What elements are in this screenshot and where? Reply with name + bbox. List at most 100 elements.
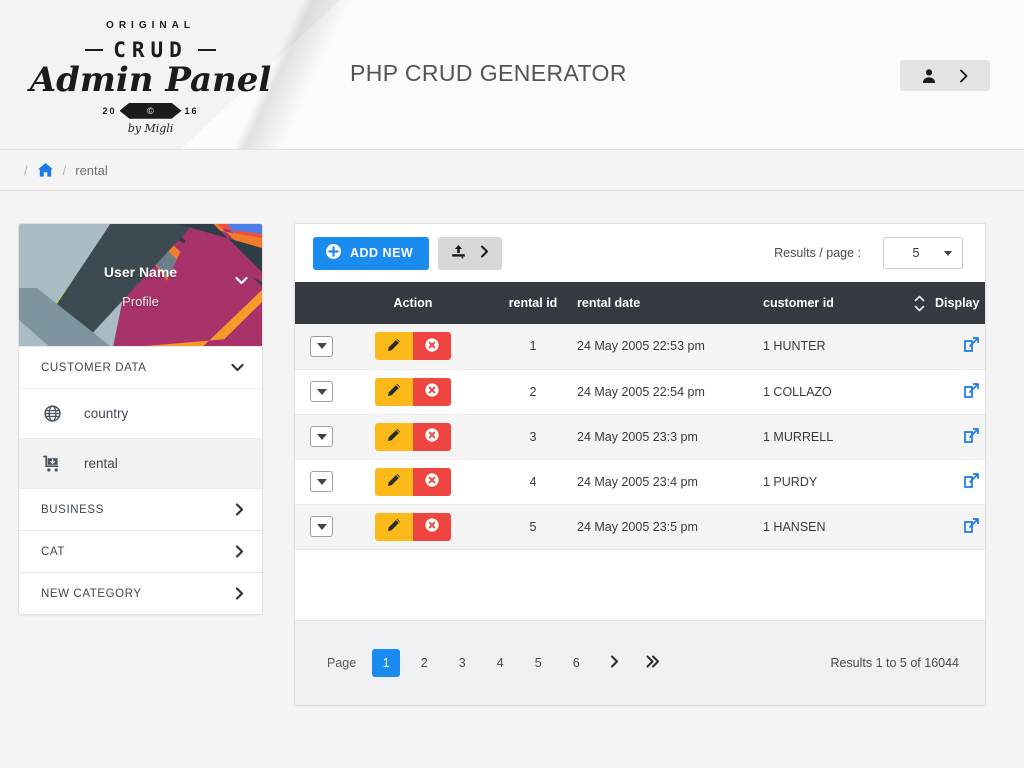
page-button-2[interactable]: 2 xyxy=(410,649,438,677)
row-handle-cell xyxy=(295,414,337,459)
delete-button[interactable] xyxy=(413,377,451,406)
table-row: 1 24 May 2005 22:53 pm 1 HUNTER xyxy=(295,324,985,369)
cell-spacer xyxy=(903,414,935,459)
breadcrumb-current-page: rental xyxy=(75,162,108,178)
pencil-icon xyxy=(387,473,401,490)
sidebar-section-business[interactable]: BUSINESS xyxy=(19,488,262,530)
display-button[interactable] xyxy=(935,427,985,446)
chevron-right-icon xyxy=(235,545,244,558)
app-header: ORIGINAL CRUD Admin Panel 20 16 by Migli… xyxy=(0,0,1024,150)
delete-button[interactable] xyxy=(413,332,451,361)
page-body: User Name Profile CUSTOMER DATA country … xyxy=(0,191,1024,768)
sidebar-section-customer-data[interactable]: CUSTOMER DATA xyxy=(19,346,262,388)
results-per-page-value: 5 xyxy=(912,246,920,260)
display-button[interactable] xyxy=(935,382,985,401)
logo-admin-panel-text: Admin Panel xyxy=(29,60,272,100)
edit-button[interactable] xyxy=(375,422,413,451)
breadcrumb: / / rental xyxy=(0,150,1024,191)
page-button-6[interactable]: 6 xyxy=(562,649,590,677)
sidebar-item-label: country xyxy=(84,406,129,421)
sidebar-section-label: CAT xyxy=(41,545,65,558)
user-icon xyxy=(921,68,937,84)
export-button[interactable] xyxy=(438,236,503,270)
page-button-3[interactable]: 3 xyxy=(448,649,476,677)
caret-down-icon[interactable] xyxy=(310,426,333,447)
caret-down-icon[interactable] xyxy=(310,471,333,492)
table-row: 5 24 May 2005 23:5 pm 1 HANSEN xyxy=(295,504,985,549)
sidebar-item-rental[interactable]: rental xyxy=(19,438,262,488)
pagination-label: Page xyxy=(327,655,357,670)
chevron-right-icon xyxy=(235,587,244,600)
profile-card[interactable]: User Name Profile xyxy=(19,224,262,346)
chevron-down-icon xyxy=(235,276,248,285)
logo-original-text: ORIGINAL xyxy=(106,20,195,31)
plus-circle-icon xyxy=(326,244,341,262)
chevron-down-icon xyxy=(944,250,952,256)
last-page-button[interactable] xyxy=(638,649,668,677)
external-link-icon xyxy=(963,472,979,491)
display-button[interactable] xyxy=(935,337,985,355)
chevron-right-icon xyxy=(480,245,489,261)
page-button-5[interactable]: 5 xyxy=(524,649,552,677)
delete-button[interactable] xyxy=(413,512,451,541)
logo-dash-left xyxy=(85,49,104,51)
profile-subtitle: Profile xyxy=(122,294,159,309)
cell-rental-date: 24 May 2005 22:53 pm xyxy=(577,339,705,354)
chevron-right-icon xyxy=(959,69,969,83)
sort-updown-icon[interactable] xyxy=(903,295,935,312)
shopping-cart-icon xyxy=(43,455,61,472)
row-handle-cell xyxy=(295,504,337,549)
add-new-button[interactable]: ADD NEW xyxy=(313,236,430,270)
pencil-icon xyxy=(387,518,401,535)
chevron-right-icon xyxy=(235,503,244,516)
caret-down-icon[interactable] xyxy=(310,335,333,357)
cell-customer-id: 1 HUNTER xyxy=(763,339,826,354)
row-action-cell xyxy=(337,324,489,369)
edit-button[interactable] xyxy=(375,467,413,496)
row-action-cell xyxy=(337,369,489,414)
results-per-page-select[interactable]: 5 xyxy=(883,237,963,269)
sidebar-section-new-category[interactable]: NEW CATEGORY xyxy=(19,572,262,614)
caret-down-icon[interactable] xyxy=(310,381,333,402)
row-action-cell xyxy=(337,414,489,459)
action-button-group xyxy=(337,422,489,451)
next-page-button[interactable] xyxy=(600,649,628,677)
action-button-group xyxy=(337,332,489,361)
logo-dash-right xyxy=(197,49,216,51)
display-button[interactable] xyxy=(935,472,985,491)
cell-spacer xyxy=(903,459,935,504)
delete-circle-icon xyxy=(425,338,439,355)
cell-rental-date: 24 May 2005 22:54 pm xyxy=(577,384,705,399)
external-link-icon xyxy=(963,337,979,355)
cell-customer-id: 1 PURDY xyxy=(763,474,818,489)
row-handle-cell xyxy=(295,369,337,414)
page-button-4[interactable]: 4 xyxy=(486,649,514,677)
add-new-label: ADD NEW xyxy=(350,246,414,260)
edit-button[interactable] xyxy=(375,377,413,406)
edit-button[interactable] xyxy=(375,512,413,541)
pagination: Page 1 2 3 4 5 6 Results 1 to 5 of 16044 xyxy=(295,619,985,705)
caret-down-icon[interactable] xyxy=(310,516,333,537)
delete-button[interactable] xyxy=(413,422,451,451)
logo-crud-row: CRUD xyxy=(18,38,283,62)
action-button-group xyxy=(337,512,489,541)
display-button[interactable] xyxy=(935,517,985,536)
cell-rental-date: 24 May 2005 23:5 pm xyxy=(577,519,698,534)
column-header-sort[interactable] xyxy=(903,282,935,324)
breadcrumb-separator-1: / xyxy=(24,162,28,178)
profile-user-name: User Name xyxy=(103,264,178,280)
row-action-cell xyxy=(337,504,489,549)
sidebar-section-cat[interactable]: CAT xyxy=(19,530,262,572)
edit-button[interactable] xyxy=(375,332,413,361)
table-empty-space xyxy=(295,549,985,620)
user-menu-button[interactable] xyxy=(900,60,990,91)
table-row: 2 24 May 2005 22:54 pm 1 COLLAZO xyxy=(295,369,985,414)
table-row: 3 24 May 2005 23:3 pm 1 MURRELL xyxy=(295,414,985,459)
home-icon[interactable] xyxy=(37,162,54,178)
delete-button[interactable] xyxy=(413,467,451,496)
page-button-1[interactable]: 1 xyxy=(372,648,401,677)
sidebar-item-country[interactable]: country xyxy=(19,388,262,438)
chevron-right-icon xyxy=(610,655,619,671)
upload-icon xyxy=(451,244,466,262)
cell-display xyxy=(935,414,985,459)
